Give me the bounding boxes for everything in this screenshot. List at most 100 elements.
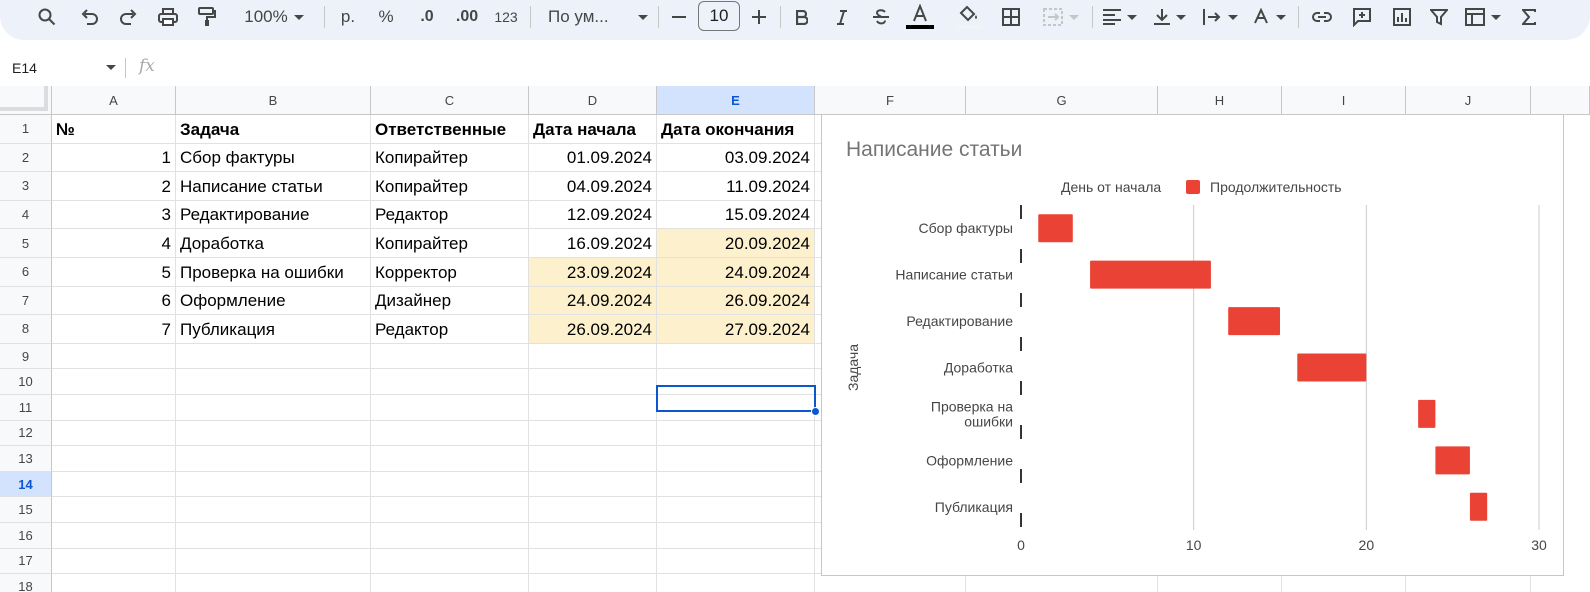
row-header-1[interactable]: 1 — [0, 115, 52, 144]
empty-cell[interactable] — [371, 420, 529, 447]
empty-cell[interactable] — [1158, 574, 1282, 592]
table-cell[interactable]: Написание статьи — [176, 172, 371, 201]
table-cell[interactable]: 16.09.2024 — [529, 229, 657, 258]
bold-icon[interactable] — [788, 0, 816, 34]
header-cell[interactable]: № — [52, 115, 176, 144]
redo-icon[interactable] — [114, 0, 142, 34]
select-all-corner[interactable] — [0, 86, 52, 115]
empty-cell[interactable] — [529, 395, 657, 421]
zoom-select[interactable]: 100% — [234, 0, 314, 34]
empty-cell[interactable] — [966, 574, 1158, 592]
column-header-a[interactable]: A — [52, 86, 176, 115]
table-cell[interactable]: 04.09.2024 — [529, 172, 657, 201]
more-formats-button[interactable]: 123 — [490, 0, 522, 34]
table-cell[interactable]: 11.09.2024 — [657, 172, 815, 201]
empty-cell[interactable] — [52, 420, 176, 447]
column-header-b[interactable]: B — [176, 86, 371, 115]
empty-cell[interactable] — [657, 446, 815, 472]
table-cell[interactable]: 6 — [52, 286, 176, 316]
empty-cell[interactable] — [176, 420, 371, 447]
empty-cell[interactable] — [176, 523, 371, 549]
row-header-13[interactable]: 13 — [0, 446, 52, 472]
table-cell[interactable]: 23.09.2024 — [529, 258, 657, 287]
borders-icon[interactable] — [996, 0, 1026, 34]
empty-cell[interactable] — [371, 548, 529, 575]
table-cell[interactable]: Копирайтер — [371, 172, 529, 201]
row-header-11[interactable]: 11 — [0, 395, 52, 421]
paint-format-icon[interactable] — [192, 0, 222, 34]
increase-font-size-button[interactable] — [746, 0, 772, 34]
table-cell[interactable]: 26.09.2024 — [529, 315, 657, 344]
empty-cell[interactable] — [657, 420, 815, 447]
insert-link-icon[interactable] — [1306, 0, 1338, 34]
empty-cell[interactable] — [1282, 574, 1406, 592]
merge-cells-icon[interactable] — [1036, 0, 1086, 34]
empty-cell[interactable] — [52, 548, 176, 575]
empty-cell[interactable] — [657, 471, 815, 498]
empty-cell[interactable] — [176, 497, 371, 523]
increase-decimal-button[interactable]: .00 — [450, 0, 484, 34]
empty-cell[interactable] — [657, 548, 815, 575]
empty-cell[interactable] — [52, 471, 176, 498]
table-cell[interactable]: 26.09.2024 — [657, 286, 815, 316]
table-cell[interactable]: Оформление — [176, 286, 371, 316]
row-header-8[interactable]: 8 — [0, 315, 52, 344]
empty-cell[interactable] — [529, 343, 657, 370]
column-header-f[interactable]: F — [815, 86, 966, 115]
empty-cell[interactable] — [371, 574, 529, 592]
table-cell[interactable]: 24.09.2024 — [529, 286, 657, 316]
table-cell[interactable]: Сбор фактуры — [176, 143, 371, 173]
empty-cell[interactable] — [52, 523, 176, 549]
table-cell[interactable]: 03.09.2024 — [657, 143, 815, 173]
header-cell[interactable]: Дата начала — [529, 115, 657, 144]
table-cell[interactable]: 20.09.2024 — [657, 229, 815, 258]
name-box[interactable]: E14 — [12, 60, 37, 76]
column-header-c[interactable]: C — [371, 86, 529, 115]
filter-views-icon[interactable] — [1460, 0, 1506, 34]
fill-handle[interactable] — [811, 407, 820, 416]
table-cell[interactable]: Редактор — [371, 200, 529, 230]
empty-cell[interactable] — [529, 446, 657, 472]
empty-cell[interactable] — [52, 497, 176, 523]
empty-cell[interactable] — [52, 343, 176, 370]
empty-cell[interactable] — [371, 497, 529, 523]
header-cell[interactable]: Задача — [176, 115, 371, 144]
empty-cell[interactable] — [371, 369, 529, 395]
search-menus-icon[interactable] — [32, 0, 62, 34]
row-header-7[interactable]: 7 — [0, 286, 52, 316]
row-header-15[interactable]: 15 — [0, 497, 52, 523]
strikethrough-icon[interactable] — [866, 0, 896, 34]
empty-cell[interactable] — [176, 343, 371, 370]
empty-cell[interactable] — [657, 574, 815, 592]
table-cell[interactable]: 15.09.2024 — [657, 200, 815, 230]
column-header-next[interactable] — [1531, 86, 1590, 115]
table-cell[interactable]: 3 — [52, 200, 176, 230]
empty-cell[interactable] — [176, 574, 371, 592]
row-header-16[interactable]: 16 — [0, 523, 52, 549]
empty-cell[interactable] — [176, 548, 371, 575]
table-cell[interactable]: Корректор — [371, 258, 529, 287]
table-cell[interactable]: Доработка — [176, 229, 371, 258]
empty-cell[interactable] — [371, 523, 529, 549]
table-cell[interactable]: Публикация — [176, 315, 371, 344]
filter-icon[interactable] — [1424, 0, 1454, 34]
table-cell[interactable]: 1 — [52, 143, 176, 173]
text-color-icon[interactable] — [904, 0, 936, 34]
active-cell-e14[interactable] — [656, 385, 816, 412]
table-cell[interactable]: 7 — [52, 315, 176, 344]
vertical-align-icon[interactable] — [1150, 0, 1190, 34]
column-header-g[interactable]: G — [966, 86, 1158, 115]
table-cell[interactable]: Редактирование — [176, 200, 371, 230]
row-header-3[interactable]: 3 — [0, 172, 52, 201]
empty-cell[interactable] — [529, 369, 657, 395]
print-icon[interactable] — [153, 0, 183, 34]
column-header-h[interactable]: H — [1158, 86, 1282, 115]
empty-cell[interactable] — [529, 497, 657, 523]
empty-cell[interactable] — [1406, 574, 1531, 592]
horizontal-align-icon[interactable] — [1100, 0, 1140, 34]
table-cell[interactable]: Копирайтер — [371, 229, 529, 258]
formula-input[interactable] — [170, 58, 1570, 80]
empty-cell[interactable] — [371, 446, 529, 472]
fill-color-icon[interactable] — [952, 0, 986, 34]
empty-cell[interactable] — [176, 395, 371, 421]
